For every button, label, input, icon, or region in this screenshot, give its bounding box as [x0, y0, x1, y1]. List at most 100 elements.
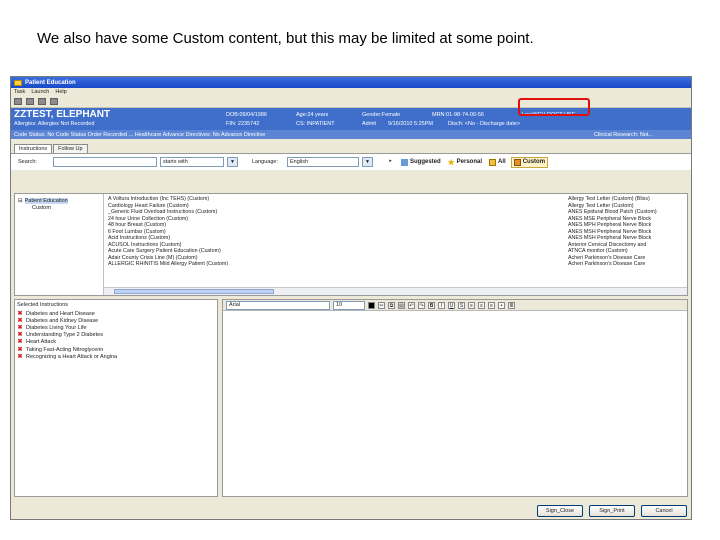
instruction-editor[interactable]: Arial 10 ✂ ⧉ ▤ ↶ ↷ B I U S ≡ ≡ ≡ • ≣ — [222, 299, 688, 497]
bullets-icon[interactable]: • — [498, 301, 505, 309]
selected-item-label: Understanding Type 2 Diabetes — [26, 332, 103, 339]
bottom-panes: Selected Instructions ✖ Diabetes and Hear… — [14, 299, 688, 497]
selected-item[interactable]: ✖ Diabetes and Kidney Disease — [17, 317, 215, 324]
selected-item-label: Taking Fast-Acting Nitroglycerin — [26, 346, 104, 353]
align-left-icon[interactable]: ≡ — [468, 301, 475, 309]
expand-icon[interactable]: ⊟ — [18, 198, 23, 204]
filter-suggested-label: Suggested — [410, 159, 441, 165]
undo-icon[interactable]: ↶ — [408, 301, 415, 309]
selected-item[interactable]: ✖ Heart Attack — [17, 339, 215, 346]
font-select[interactable]: Arial — [226, 300, 330, 310]
menu-bar: Task Launch Help — [11, 88, 691, 96]
search-label: Search: — [18, 159, 37, 165]
clinical-research[interactable]: Clinical Research: Not... — [594, 132, 653, 138]
bold-icon[interactable]: B — [428, 301, 435, 309]
menu-help[interactable]: Help — [55, 89, 66, 95]
redo-icon[interactable]: ↷ — [418, 301, 425, 309]
remove-icon[interactable]: ✖ — [17, 354, 23, 360]
menu-launch[interactable]: Launch — [31, 89, 49, 95]
search-row: Search: starts with ▼ Language: English … — [11, 153, 691, 170]
discharge-date: Disch: <No - Discharge date> — [448, 120, 521, 127]
encounter-type: CS: INPATIENT — [296, 120, 335, 127]
sign-print-button[interactable]: Sign_Print — [589, 505, 635, 517]
scroll-thumb[interactable] — [114, 289, 274, 294]
patient-allergies[interactable]: Allergies: Allergies Not Recorded — [14, 121, 226, 127]
encounter-status: Admit — [362, 120, 377, 127]
filter-personal-label: Personal — [456, 159, 483, 165]
list-item[interactable]: ANES MPH Peripheral Nerve Block — [568, 222, 657, 229]
patient-education-window: Patient Education Task Launch Help ZZTES… — [10, 76, 692, 520]
dialog-buttons: Sign_Close Sign_Print Cancel — [537, 505, 687, 517]
copy-icon[interactable]: ⧉ — [388, 301, 395, 309]
italic-icon[interactable]: I — [438, 301, 445, 309]
refresh-icon[interactable] — [38, 98, 46, 105]
menu-task[interactable]: Task — [14, 89, 25, 95]
selected-instructions-panel: Selected Instructions ✖ Diabetes and Hear… — [14, 299, 218, 497]
editor-toolbar: Arial 10 ✂ ⧉ ▤ ↶ ↷ B I U S ≡ ≡ ≡ • ≣ — [223, 300, 687, 311]
list-item[interactable]: ALLERGIC RHINITIS Mild Allergy Patient (… — [108, 261, 228, 268]
patient-mrn: MRN:01-98-74-00-56 — [432, 111, 484, 118]
align-center-icon[interactable]: ≡ — [478, 301, 485, 309]
code-status: Code Status: No Code Status Order Record… — [14, 131, 266, 138]
language-select[interactable]: English — [287, 157, 359, 167]
chevron-down-icon[interactable]: ▼ — [227, 157, 238, 167]
admit-date: 9/16/2010 5:25PM — [388, 120, 433, 127]
paste-icon[interactable]: ▤ — [398, 301, 405, 309]
cut-icon[interactable]: ✂ — [378, 301, 385, 309]
star-icon: ★ — [447, 157, 455, 167]
options-icon[interactable] — [50, 98, 58, 105]
text-color-icon[interactable] — [368, 301, 375, 309]
tree-node-patient-education[interactable]: ⊟ Patient Education — [18, 197, 100, 204]
horizontal-scrollbar[interactable] — [104, 287, 687, 295]
filter-personal-button[interactable]: ★ Personal — [446, 157, 484, 168]
tab-instructions[interactable]: Instructions — [14, 144, 53, 153]
chevron-down-icon[interactable]: ▼ — [362, 157, 373, 167]
selected-item-label: Diabetes Living Your Life — [26, 324, 87, 331]
list-item[interactable]: ANES MSH Peripheral Nerve Block — [568, 235, 657, 242]
sign-close-button[interactable]: Sign_Close — [537, 505, 583, 517]
list-column-left: A Voltura Introduction (Inc TEHS) (Custo… — [108, 196, 228, 268]
remove-icon[interactable]: ✖ — [17, 325, 23, 331]
remove-icon[interactable]: ✖ — [17, 311, 23, 317]
patient-name: ZZTEST, ELEPHANT — [14, 109, 111, 120]
list-item[interactable]: ANES Epidural Blood Patch (Custom) — [568, 209, 657, 216]
selected-item[interactable]: ✖ Diabetes and Heart Disease — [17, 310, 215, 317]
remove-icon[interactable]: ✖ — [17, 332, 23, 338]
selected-item[interactable]: ✖ Diabetes Living Your Life — [17, 324, 215, 331]
print-icon[interactable] — [26, 98, 34, 105]
selected-item[interactable]: ✖ Understanding Type 2 Diabetes — [17, 332, 215, 339]
go-arrow-icon[interactable]: ▸ — [385, 157, 396, 167]
align-right-icon[interactable]: ≡ — [488, 301, 495, 309]
search-input[interactable] — [53, 157, 157, 167]
patient-gender: Gender:Female — [362, 111, 401, 118]
list-item[interactable]: Allergy Test Letter (Custom) (Bliss) — [568, 196, 657, 203]
list-item[interactable]: _Generic Fluid Overload Instructions (Cu… — [108, 209, 228, 216]
list-item[interactable]: Acute Care Surgery Patient Education (Cu… — [108, 248, 228, 255]
font-size-select[interactable]: 10 — [333, 300, 365, 310]
filter-all-button[interactable]: All — [487, 157, 508, 168]
tree-label-custom: Custom — [32, 204, 51, 211]
selected-item[interactable]: ✖ Taking Fast-Acting Nitroglycerin — [17, 346, 215, 353]
strikethrough-icon[interactable]: S — [458, 301, 465, 309]
search-mode-select[interactable]: starts with — [160, 157, 224, 167]
tab-follow-up[interactable]: Follow Up — [53, 144, 88, 153]
selected-list: ✖ Diabetes and Heart Disease ✖ Diabetes and… — [17, 310, 215, 360]
selected-item-label: Recognizing a Heart Attack or Angina — [26, 353, 118, 360]
selected-item[interactable]: ✖ Recognizing a Heart Attack or Angina — [17, 353, 215, 360]
remove-icon[interactable]: ✖ — [17, 339, 23, 345]
slide-caption: We also have some Custom content, but th… — [37, 30, 534, 47]
filter-custom-button[interactable]: Custom — [510, 156, 549, 168]
underline-icon[interactable]: U — [448, 301, 455, 309]
patient-dob: DOB:09/04/1986 — [226, 111, 267, 118]
custom-highlight-box — [518, 98, 590, 116]
tree-node-custom[interactable]: Custom — [18, 204, 100, 211]
selected-title: Selected Instructions — [17, 302, 69, 308]
justify-icon[interactable]: ≣ — [508, 301, 515, 309]
cancel-button[interactable]: Cancel — [641, 505, 687, 517]
patient-fin: FIN: 2235742 — [226, 120, 260, 127]
exit-icon[interactable] — [14, 98, 22, 105]
filter-suggested-button[interactable]: Suggested — [399, 157, 443, 168]
list-item[interactable]: Acheri Parkinson's Disease Care — [568, 261, 657, 268]
remove-icon[interactable]: ✖ — [17, 318, 23, 324]
remove-icon[interactable]: ✖ — [17, 347, 23, 353]
